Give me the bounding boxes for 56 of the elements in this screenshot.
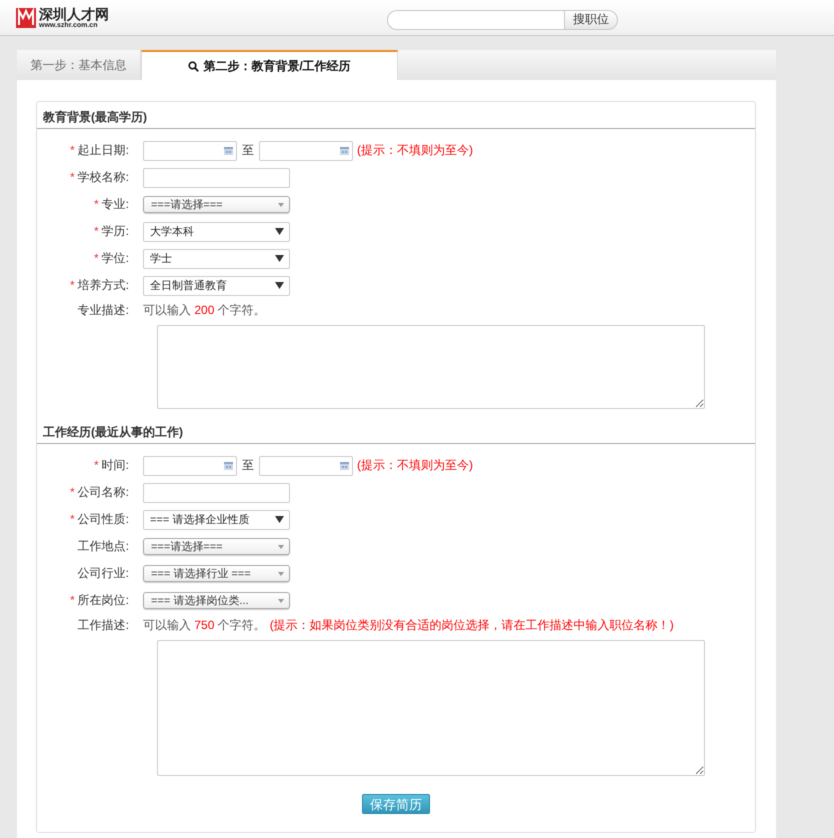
- select-field[interactable]: === 请选择岗位类...: [143, 592, 290, 609]
- calendar-icon[interactable]: [340, 146, 349, 154]
- caret-icon: [278, 572, 284, 576]
- range-separator: 至: [242, 142, 254, 159]
- field-label: * 学位:: [94, 250, 129, 267]
- text-area[interactable]: [157, 640, 705, 776]
- text-area[interactable]: [157, 325, 705, 409]
- field-label: * 专业:: [94, 196, 129, 213]
- calendar-icon[interactable]: [340, 462, 349, 470]
- section-title: 工作经历(最近从事的工作): [37, 417, 755, 444]
- dropdown-arrow-icon: [275, 282, 284, 289]
- text-field[interactable]: [143, 168, 290, 188]
- text-field[interactable]: [143, 482, 290, 502]
- field-label: * 公司性质:: [70, 511, 129, 528]
- character-limit-note: 可以输入 750 个字符。: [143, 616, 266, 634]
- field-label: * 时间:: [94, 457, 129, 474]
- field-label: * 培养方式:: [70, 277, 129, 294]
- dropdown-arrow-icon: [275, 516, 284, 523]
- search-button[interactable]: 搜职位: [564, 10, 618, 30]
- field-label: 公司行业:: [78, 565, 129, 582]
- select-field[interactable]: === 请选择企业性质: [143, 510, 290, 530]
- field-label: * 学历:: [94, 223, 129, 240]
- caret-icon: [278, 544, 284, 548]
- calendar-icon[interactable]: [224, 146, 233, 154]
- field-label: 工作地点:: [78, 538, 129, 555]
- select-field[interactable]: 学士: [143, 248, 290, 268]
- select-field[interactable]: ===请选择===: [143, 538, 290, 555]
- select-field[interactable]: === 请选择行业 ===: [143, 565, 290, 582]
- date-field[interactable]: [259, 456, 353, 476]
- range-separator: 至: [242, 457, 254, 474]
- field-label: * 所在岗位:: [70, 592, 129, 609]
- hint-text: (提示：如果岗位类别没有合适的岗位选择，请在工作描述中输入职位名称！): [270, 616, 674, 634]
- dropdown-arrow-icon: [275, 228, 284, 235]
- select-field[interactable]: ===请选择===: [143, 196, 290, 213]
- field-label: 工作描述:: [78, 616, 129, 634]
- caret-icon: [278, 598, 284, 602]
- section-title: 教育背景(最高学历): [37, 102, 755, 129]
- character-limit-note: 可以输入 200 个字符。: [143, 302, 266, 318]
- date-field[interactable]: [143, 140, 237, 160]
- field-label: 专业描述:: [78, 302, 129, 318]
- select-field[interactable]: 大学本科: [143, 222, 290, 242]
- field-label: * 公司名称:: [70, 484, 129, 501]
- field-label: * 起止日期:: [70, 142, 129, 159]
- hint-text: (提示：不填则为至今): [357, 142, 473, 159]
- calendar-icon[interactable]: [224, 462, 233, 470]
- field-label: * 学校名称:: [70, 169, 129, 186]
- logo-name: 深圳人才网: [39, 6, 109, 20]
- tab[interactable]: 第二步：教育背景/工作经历: [141, 50, 398, 80]
- logo-icon: [16, 8, 36, 28]
- select-field[interactable]: 全日制普通教育: [143, 276, 290, 296]
- hint-text: (提示：不填则为至今): [357, 457, 473, 474]
- date-field[interactable]: [143, 456, 237, 476]
- caret-icon: [278, 202, 284, 206]
- date-field[interactable]: [259, 140, 353, 160]
- search-field[interactable]: [387, 10, 564, 30]
- dropdown-arrow-icon: [275, 255, 284, 262]
